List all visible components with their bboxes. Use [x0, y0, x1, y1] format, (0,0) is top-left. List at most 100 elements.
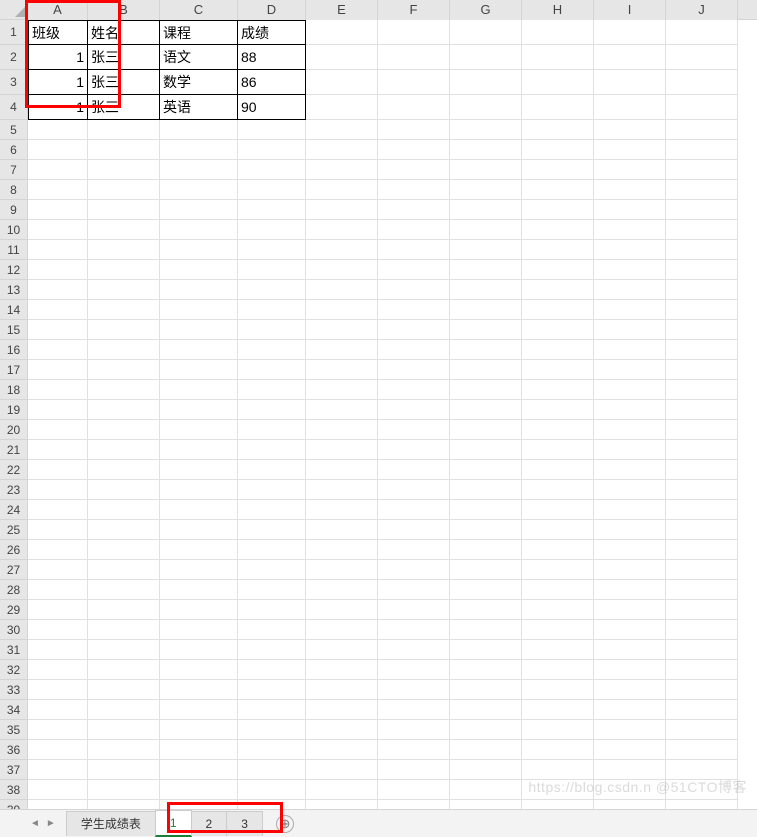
- cell[interactable]: [666, 220, 738, 240]
- cell[interactable]: [594, 760, 666, 780]
- cell[interactable]: [28, 320, 88, 340]
- cell[interactable]: [522, 640, 594, 660]
- cell[interactable]: [306, 400, 378, 420]
- cell[interactable]: [378, 240, 450, 260]
- cell[interactable]: [160, 660, 238, 680]
- cell[interactable]: [28, 660, 88, 680]
- cell[interactable]: [238, 480, 306, 500]
- cell[interactable]: [28, 740, 88, 760]
- cell[interactable]: [450, 45, 522, 70]
- cell[interactable]: [378, 780, 450, 800]
- cell[interactable]: [28, 580, 88, 600]
- cell[interactable]: [160, 360, 238, 380]
- cell[interactable]: [666, 320, 738, 340]
- table-data-cell[interactable]: 86: [238, 70, 306, 95]
- cell[interactable]: [306, 520, 378, 540]
- cell[interactable]: [88, 300, 160, 320]
- col-header-C[interactable]: C: [160, 0, 238, 20]
- cell[interactable]: [88, 740, 160, 760]
- cell[interactable]: [378, 620, 450, 640]
- cell[interactable]: [450, 160, 522, 180]
- cell[interactable]: [88, 260, 160, 280]
- table-data-cell[interactable]: 88: [238, 45, 306, 70]
- cell[interactable]: [450, 480, 522, 500]
- cell[interactable]: [88, 240, 160, 260]
- col-header-D[interactable]: D: [238, 0, 306, 20]
- cell[interactable]: [306, 260, 378, 280]
- row-header[interactable]: 31: [0, 640, 28, 660]
- cell[interactable]: [238, 800, 306, 809]
- cell[interactable]: [666, 420, 738, 440]
- cell[interactable]: [28, 800, 88, 809]
- cell[interactable]: [28, 400, 88, 420]
- cell[interactable]: [88, 540, 160, 560]
- cell[interactable]: [238, 780, 306, 800]
- cell[interactable]: [306, 440, 378, 460]
- cell[interactable]: [378, 500, 450, 520]
- cell[interactable]: [88, 160, 160, 180]
- cell[interactable]: [160, 400, 238, 420]
- cell[interactable]: [160, 700, 238, 720]
- cell[interactable]: [88, 140, 160, 160]
- cell[interactable]: [522, 140, 594, 160]
- cell[interactable]: [378, 740, 450, 760]
- cell[interactable]: [450, 120, 522, 140]
- cell[interactable]: [450, 640, 522, 660]
- cell[interactable]: [666, 800, 738, 809]
- cell[interactable]: [28, 160, 88, 180]
- cell[interactable]: [450, 280, 522, 300]
- col-header-H[interactable]: H: [522, 0, 594, 20]
- cell[interactable]: [666, 280, 738, 300]
- cell[interactable]: [522, 160, 594, 180]
- cell[interactable]: [238, 320, 306, 340]
- cell[interactable]: [160, 780, 238, 800]
- cell[interactable]: [666, 760, 738, 780]
- cell[interactable]: [666, 480, 738, 500]
- cell[interactable]: [450, 95, 522, 120]
- cell[interactable]: [522, 380, 594, 400]
- cell[interactable]: [238, 200, 306, 220]
- cell[interactable]: [522, 760, 594, 780]
- cell[interactable]: [306, 280, 378, 300]
- cell[interactable]: [450, 540, 522, 560]
- cell[interactable]: [450, 500, 522, 520]
- row-header[interactable]: 17: [0, 360, 28, 380]
- cell[interactable]: [88, 280, 160, 300]
- cell[interactable]: [378, 45, 450, 70]
- cell[interactable]: [28, 500, 88, 520]
- cell[interactable]: [238, 680, 306, 700]
- col-header-A[interactable]: A: [28, 0, 88, 20]
- col-header-F[interactable]: F: [378, 0, 450, 20]
- cell[interactable]: [666, 740, 738, 760]
- cell[interactable]: [28, 600, 88, 620]
- cell[interactable]: [522, 620, 594, 640]
- cell[interactable]: [378, 95, 450, 120]
- cell[interactable]: [666, 520, 738, 540]
- cell[interactable]: [28, 520, 88, 540]
- cell[interactable]: [238, 540, 306, 560]
- cell[interactable]: [594, 520, 666, 540]
- cell[interactable]: [666, 340, 738, 360]
- cell[interactable]: [306, 720, 378, 740]
- cell[interactable]: [306, 540, 378, 560]
- cell[interactable]: [28, 420, 88, 440]
- cell[interactable]: [306, 460, 378, 480]
- cell[interactable]: [306, 560, 378, 580]
- cell[interactable]: [306, 800, 378, 809]
- row-header[interactable]: 10: [0, 220, 28, 240]
- cell[interactable]: [522, 600, 594, 620]
- sheet-tab[interactable]: 学生成绩表: [66, 811, 156, 836]
- cell[interactable]: [594, 640, 666, 660]
- row-header[interactable]: 6: [0, 140, 28, 160]
- cell[interactable]: [238, 700, 306, 720]
- cell[interactable]: [306, 780, 378, 800]
- cell[interactable]: [522, 440, 594, 460]
- cell[interactable]: [450, 300, 522, 320]
- cell[interactable]: [450, 460, 522, 480]
- cell[interactable]: [522, 780, 594, 800]
- cell[interactable]: [378, 70, 450, 95]
- cell[interactable]: [666, 460, 738, 480]
- cell[interactable]: [160, 460, 238, 480]
- cell[interactable]: [594, 70, 666, 95]
- cell[interactable]: [28, 620, 88, 640]
